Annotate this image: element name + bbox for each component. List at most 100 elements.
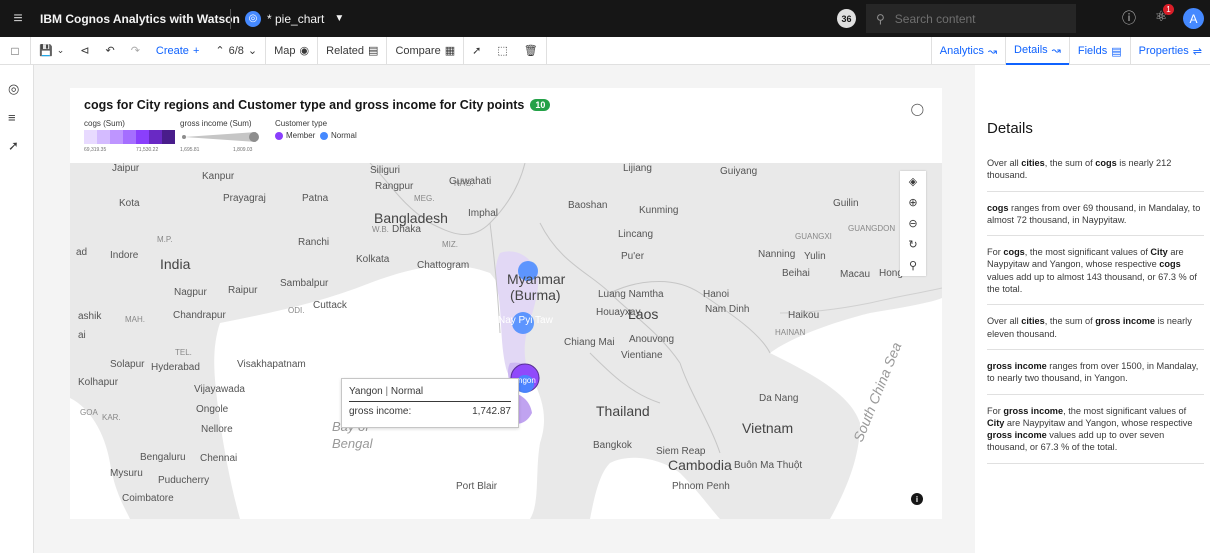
zoom-in-icon[interactable]: ⊕ bbox=[900, 192, 926, 213]
details-title: Details bbox=[987, 120, 1033, 137]
map-label-city: Siliguri bbox=[370, 165, 401, 176]
delete-button[interactable]: 🗑 bbox=[516, 37, 546, 65]
toolbar: □ 💾 ⌄ ⊲ ↶ ↷ Create + ⌃ 6/8 ⌄ Map ◉ Relate… bbox=[0, 36, 1210, 65]
insight-bulb-icon[interactable]: ◯ bbox=[911, 102, 924, 116]
share-button[interactable]: ⊲ bbox=[72, 37, 97, 65]
page-navigator[interactable]: ⌃ 6/8 ⌄ bbox=[207, 37, 265, 65]
tab-fields[interactable]: Fields ▤ bbox=[1070, 37, 1130, 65]
reset-icon[interactable]: ↻ bbox=[900, 234, 926, 255]
map-label-city: Pu'er bbox=[621, 251, 645, 262]
tab-properties-label: Properties bbox=[1138, 45, 1189, 57]
details-item: Over all cities, the sum of gross income… bbox=[987, 305, 1204, 350]
navigate-icon[interactable]: ◎ bbox=[8, 81, 19, 97]
map-label-city: Luang Namtha bbox=[598, 289, 664, 300]
legend-item-normal[interactable]: Normal bbox=[320, 131, 357, 140]
save-icon: 💾 bbox=[39, 45, 53, 57]
chart-line-icon: ↝ bbox=[987, 45, 998, 58]
map-label-city: Hanoi bbox=[703, 289, 730, 300]
map-label-city: Visakhapatnam bbox=[237, 359, 306, 370]
undo-button[interactable]: ↶ bbox=[97, 37, 122, 65]
map-label-city: Houayxay bbox=[596, 307, 641, 318]
map-label-city: Haikou bbox=[788, 310, 820, 321]
search-input[interactable] bbox=[894, 11, 1055, 26]
legend-cogs-min: 69,319.35 bbox=[84, 147, 107, 153]
map-label-city: ai bbox=[78, 330, 86, 341]
details-text: are Naypyitaw and Yangon, whose respecti… bbox=[1004, 417, 1193, 428]
redo-button[interactable]: ↷ bbox=[123, 37, 148, 65]
details-keyword: City bbox=[1150, 247, 1168, 258]
legend-ramp-swatch bbox=[84, 130, 97, 144]
map-label-region: M.P. bbox=[157, 235, 173, 244]
focus-button[interactable]: ⬚ bbox=[489, 37, 515, 65]
tab-analytics[interactable]: Analytics ↝ bbox=[932, 37, 1005, 65]
pin-button[interactable]: ➚ bbox=[464, 37, 489, 65]
zoom-out-icon[interactable]: ⊖ bbox=[900, 213, 926, 234]
details-keyword: cogs bbox=[987, 202, 1009, 213]
comment-icon[interactable]: □ bbox=[0, 36, 31, 65]
map-tools: ◈ ⊕ ⊖ ↻ ⚲ bbox=[900, 171, 926, 276]
user-avatar[interactable]: A bbox=[1183, 8, 1204, 29]
map-label-city: Port Blair bbox=[456, 481, 498, 492]
map-label-country: (Burma) bbox=[510, 287, 561, 303]
map-label-city: Sambalpur bbox=[280, 278, 329, 289]
map-label-city: Baoshan bbox=[568, 200, 608, 211]
content-count-badge[interactable]: 36 bbox=[837, 9, 856, 28]
chevron-up-icon: ⌃ bbox=[215, 45, 225, 57]
details-keyword: cogs bbox=[1003, 247, 1025, 258]
map-label-city: Solapur bbox=[110, 359, 145, 370]
top-header: ≡ IBM Cognos Analytics with Watson ◎ * p… bbox=[0, 0, 1210, 37]
layers-icon[interactable]: ◈ bbox=[900, 171, 926, 192]
compare-button[interactable]: Compare ▦ bbox=[387, 37, 463, 65]
details-item: cogs ranges from over 69 thousand, in Ma… bbox=[987, 192, 1204, 237]
map-label-region: HAINAN bbox=[775, 328, 806, 337]
map-label-city: Macau bbox=[840, 269, 871, 280]
page-indicator: 6/8 bbox=[228, 44, 244, 57]
info-icon[interactable]: i bbox=[911, 493, 923, 505]
map-label-city: Nay Pyi Taw bbox=[498, 315, 553, 326]
map-label-city: Nagpur bbox=[174, 287, 207, 298]
hierarchy-icon[interactable]: ≡ bbox=[8, 110, 16, 125]
map-canvas[interactable]: India Myanmar (Burma) Laos Thailand Viet… bbox=[70, 163, 942, 519]
details-text: Over all bbox=[987, 316, 1022, 327]
map-label-city: Nellore bbox=[201, 424, 233, 435]
search-icon[interactable]: ⚲ bbox=[900, 255, 926, 276]
map-label-region: W.B. bbox=[372, 225, 389, 234]
result-count-badge[interactable]: 10 bbox=[530, 99, 551, 111]
focus-icon: ⬚ bbox=[497, 45, 508, 57]
help-icon[interactable]: ⓘ bbox=[1122, 8, 1136, 28]
avatar-initial: A bbox=[1189, 11, 1198, 26]
details-text: , the most significant values of bbox=[1024, 247, 1151, 258]
legend-cogs-title: cogs (Sum) bbox=[84, 119, 125, 128]
map-label-city: Mysuru bbox=[110, 468, 143, 479]
map-label-city: Bangkok bbox=[593, 440, 632, 451]
create-button[interactable]: Create + bbox=[148, 37, 207, 65]
map-label-city: Patna bbox=[302, 193, 329, 204]
legend-label-normal: Normal bbox=[331, 131, 357, 140]
save-button[interactable]: 💾 ⌄ bbox=[31, 37, 72, 65]
map-label-city: Kolhapur bbox=[78, 377, 119, 388]
map-label-city: Hyderabad bbox=[151, 362, 200, 373]
hamburger-menu-icon[interactable]: ≡ bbox=[0, 10, 36, 28]
map-label-city: Kunming bbox=[639, 205, 679, 216]
map-label-city: Ongole bbox=[196, 404, 229, 415]
related-button[interactable]: Related ▤ bbox=[318, 37, 386, 65]
report-icon: ◎ bbox=[245, 10, 261, 27]
details-list: Over all cities, the sum of cogs is near… bbox=[987, 157, 1204, 464]
map-label-sea: Bengal bbox=[332, 436, 373, 451]
undo-icon: ↶ bbox=[105, 45, 115, 57]
search-box[interactable]: ⚲ bbox=[866, 4, 1076, 33]
legend-item-member[interactable]: Member bbox=[275, 131, 315, 140]
map-button[interactable]: Map ◉ bbox=[266, 37, 317, 65]
tab-details[interactable]: Details ↝ bbox=[1006, 37, 1069, 65]
left-rail: ◎ ≡ ➚ bbox=[0, 65, 34, 553]
pin-icon[interactable]: ➚ bbox=[8, 138, 19, 154]
details-panel: Details Over all cities, the sum of cogs… bbox=[975, 65, 1210, 553]
report-switcher[interactable]: ◎ * pie_chart ▼ bbox=[245, 10, 344, 27]
legend-swatch-member bbox=[275, 131, 283, 140]
tab-properties[interactable]: Properties ⇌ bbox=[1131, 37, 1210, 65]
legend-ramp-swatch bbox=[162, 130, 175, 144]
properties-icon: ⇌ bbox=[1192, 45, 1202, 58]
create-label: Create bbox=[155, 44, 189, 57]
search-icon: ⚲ bbox=[876, 11, 885, 26]
map-label-city: Dhaka bbox=[392, 224, 421, 235]
